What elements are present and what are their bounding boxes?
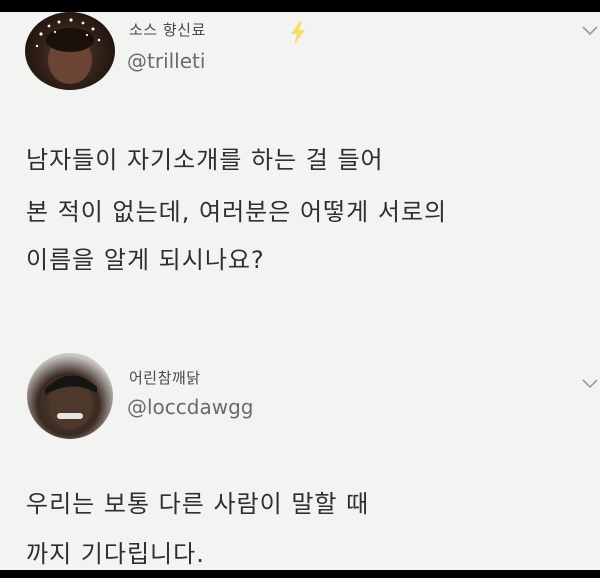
lightning-bolt-icon [291,21,305,45]
user-handle[interactable]: @trilleti [127,49,205,73]
tweet-text-line: 본 적이 없는데, 여러분은 어떻게 서로의 [26,198,448,226]
tweet-text-line: 우리는 보통 다른 사람이 말할 때 [26,490,370,518]
profile-photo-icon [45,375,97,429]
profile-photo-icon [35,18,101,84]
avatar[interactable] [27,353,113,439]
display-name[interactable]: 소스 향신료 [129,19,206,40]
display-name[interactable]: 어린참깨닭 [129,367,201,388]
tweet: 소스 향신료 @trilleti 남자들이 자기소개를 하는 걸 들어 본 적이… [0,12,600,327]
user-handle[interactable]: @loccdawgg [127,395,253,419]
chevron-down-icon[interactable] [582,26,598,36]
tweet-text-line: 까지 기다립니다. [26,540,205,568]
tweet-text-line: 이름을 알게 되시나요? [26,246,265,274]
tweet-text-line: 남자들이 자기소개를 하는 걸 들어 [26,146,384,174]
tweet: 어린참깨닭 @loccdawgg 우리는 보통 다른 사람이 말할 때 까지 기… [0,327,600,570]
chevron-down-icon[interactable] [582,379,598,389]
screenshot-frame: 소스 향신료 @trilleti 남자들이 자기소개를 하는 걸 들어 본 적이… [0,12,600,570]
avatar[interactable] [25,12,115,90]
